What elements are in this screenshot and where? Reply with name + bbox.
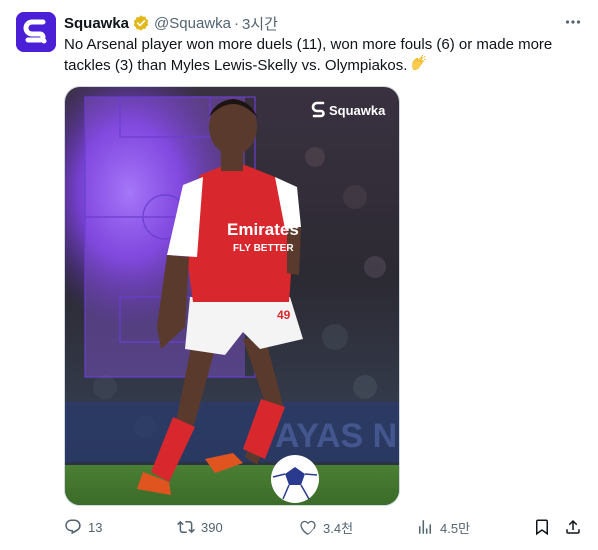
squawka-logo-icon bbox=[16, 12, 56, 52]
football bbox=[271, 455, 319, 503]
repost-icon bbox=[177, 520, 195, 534]
shorts-number: 49 bbox=[277, 308, 291, 322]
reply-icon bbox=[65, 519, 81, 535]
tweet-image[interactable]: AYAS N Emirates FLY BETTER 49 Squawka bbox=[64, 86, 400, 506]
watermark-text: Squawka bbox=[329, 103, 386, 118]
heart-icon bbox=[300, 520, 316, 536]
like-button[interactable]: 3.4천 bbox=[299, 516, 353, 538]
avatar[interactable] bbox=[16, 12, 56, 52]
tweet-text: No Arsenal player won more duels (11), w… bbox=[64, 34, 564, 76]
repost-button[interactable]: 390 bbox=[177, 516, 223, 538]
more-dots-icon bbox=[565, 20, 581, 24]
share-button[interactable] bbox=[564, 516, 582, 538]
repost-count: 390 bbox=[201, 519, 223, 535]
tweet-header: Squawka @Squawka · 3시간 bbox=[64, 13, 278, 33]
more-options-button[interactable] bbox=[562, 12, 584, 32]
svg-text:AYAS N: AYAS N bbox=[275, 417, 397, 455]
views-button[interactable]: 4.5만 bbox=[416, 516, 470, 538]
tweet-body: No Arsenal player won more duels (11), w… bbox=[64, 36, 553, 74]
like-count: 3.4천 bbox=[323, 520, 354, 536]
reply-button[interactable]: 13 bbox=[64, 516, 102, 538]
separator-dot: · bbox=[233, 14, 239, 32]
views-chart-icon bbox=[419, 520, 431, 534]
tweet-actions: 13 390 3.4천 4.5만 bbox=[64, 516, 586, 538]
player-photo: AYAS N Emirates FLY BETTER 49 Squawka bbox=[65, 87, 399, 505]
share-icon bbox=[566, 519, 580, 534]
views-count: 4.5만 bbox=[440, 520, 471, 536]
shirt-sponsor: Emirates bbox=[227, 220, 299, 239]
shirt-sponsor-sub: FLY BETTER bbox=[233, 243, 294, 254]
account-name[interactable]: Squawka bbox=[64, 15, 129, 32]
account-handle[interactable]: @Squawka bbox=[154, 15, 231, 32]
bookmark-button[interactable] bbox=[533, 516, 551, 538]
verified-badge-icon[interactable] bbox=[132, 14, 150, 32]
timestamp[interactable]: 3시간 bbox=[242, 13, 278, 34]
reply-count: 13 bbox=[88, 519, 103, 535]
bookmark-icon bbox=[536, 519, 548, 536]
clapping-hands-icon bbox=[412, 55, 427, 70]
